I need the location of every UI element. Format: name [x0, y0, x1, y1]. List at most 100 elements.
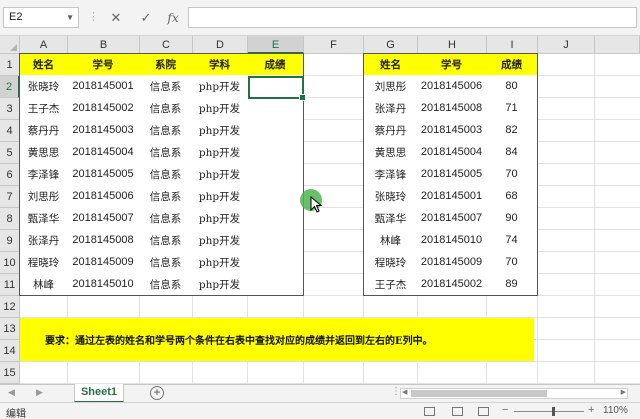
table-cell[interactable]: 张泽丹: [19, 229, 68, 252]
scrollbar-thumb[interactable]: [411, 390, 547, 397]
table-cell[interactable]: php开发: [192, 185, 248, 208]
row-header[interactable]: 5: [0, 142, 20, 164]
enter-icon[interactable]: ✓: [136, 8, 156, 28]
page-break-view-icon[interactable]: [478, 407, 489, 416]
scroll-left-icon[interactable]: ◀: [402, 388, 407, 396]
table-cell[interactable]: 信息系: [139, 119, 193, 142]
table-cell[interactable]: 2018145007: [417, 207, 487, 230]
table-cell[interactable]: 王子杰: [363, 273, 418, 296]
table-cell[interactable]: 信息系: [139, 273, 193, 296]
table-cell[interactable]: 程晓玲: [19, 251, 68, 274]
add-sheet-icon[interactable]: +: [150, 386, 164, 400]
table-cell[interactable]: [247, 251, 304, 274]
column-header[interactable]: F: [304, 36, 364, 54]
table-cell[interactable]: 90: [486, 207, 538, 230]
row-header[interactable]: 14: [0, 340, 20, 362]
table-header-cell[interactable]: 学科: [192, 53, 248, 76]
table-cell[interactable]: 信息系: [139, 163, 193, 186]
table-cell[interactable]: 70: [486, 163, 538, 186]
zoom-slider-thumb[interactable]: [551, 407, 555, 416]
row-header[interactable]: 2: [0, 76, 20, 98]
table-cell[interactable]: php开发: [192, 119, 248, 142]
table-cell[interactable]: 71: [486, 97, 538, 120]
table-header-cell[interactable]: 姓名: [363, 53, 418, 76]
row-header[interactable]: 11: [0, 274, 20, 296]
column-header[interactable]: A: [20, 36, 68, 54]
table-cell[interactable]: 2018145007: [67, 207, 140, 230]
table-cell[interactable]: 2018145002: [417, 273, 487, 296]
table-cell[interactable]: [247, 119, 304, 142]
table-cell[interactable]: 蔡丹丹: [363, 119, 418, 142]
table-cell[interactable]: 刘思彤: [363, 75, 418, 98]
spreadsheet-grid[interactable]: A B C D E F G H I J 1 2 3 4 5 6 7 8 9 10 11 12 13 14 15 姓名 学号 系院 学科成…: [0, 36, 640, 384]
prev-sheet-icon[interactable]: ◀: [8, 387, 15, 398]
table-cell[interactable]: 2018145003: [67, 119, 140, 142]
zoom-level[interactable]: 110%: [603, 405, 628, 416]
table-cell[interactable]: php开发: [192, 229, 248, 252]
row-header[interactable]: 9: [0, 230, 20, 252]
table-cell[interactable]: php开发: [192, 75, 248, 98]
formula-input[interactable]: [188, 7, 637, 28]
column-header[interactable]: C: [140, 36, 193, 54]
scroll-right-icon[interactable]: ▶: [621, 388, 626, 396]
table-cell[interactable]: 信息系: [139, 251, 193, 274]
column-header[interactable]: B: [68, 36, 140, 54]
table-cell[interactable]: 89: [486, 273, 538, 296]
table-cell[interactable]: 2018145006: [417, 75, 487, 98]
table-cell[interactable]: 林峰: [363, 229, 418, 252]
table-header-cell[interactable]: 姓名: [19, 53, 68, 76]
table-cell[interactable]: 信息系: [139, 141, 193, 164]
table-header-cell[interactable]: 学号: [67, 53, 140, 76]
table-cell[interactable]: [247, 97, 304, 120]
row-header[interactable]: 6: [0, 164, 20, 186]
table-cell[interactable]: 80: [486, 75, 538, 98]
table-cell[interactable]: 李泽锋: [19, 163, 68, 186]
table-cell[interactable]: 信息系: [139, 229, 193, 252]
row-header[interactable]: 1: [0, 54, 20, 76]
table-cell[interactable]: php开发: [192, 141, 248, 164]
table-cell[interactable]: 82: [486, 119, 538, 142]
table-cell[interactable]: [247, 163, 304, 186]
table-cell[interactable]: 甄泽华: [19, 207, 68, 230]
active-cell-selection[interactable]: [248, 76, 306, 101]
table-cell[interactable]: [247, 207, 304, 230]
table-cell[interactable]: 2018145002: [67, 97, 140, 120]
table-cell[interactable]: 2018145010: [417, 229, 487, 252]
table-cell[interactable]: 张泽丹: [363, 97, 418, 120]
table-cell[interactable]: 2018145008: [67, 229, 140, 252]
horizontal-scrollbar[interactable]: ◀ ▶: [400, 388, 628, 399]
zoom-out-icon[interactable]: −: [502, 404, 508, 416]
table-cell[interactable]: 蔡丹丹: [19, 119, 68, 142]
table-cell[interactable]: 李泽锋: [363, 163, 418, 186]
name-box[interactable]: E2 ▼: [3, 7, 79, 28]
column-header[interactable]: G: [364, 36, 418, 54]
table-cell[interactable]: php开发: [192, 97, 248, 120]
table-header-cell[interactable]: 系院: [139, 53, 193, 76]
row-header[interactable]: 12: [0, 296, 20, 318]
table-cell[interactable]: 黄思思: [19, 141, 68, 164]
table-cell[interactable]: 刘思彤: [19, 185, 68, 208]
normal-view-icon[interactable]: [424, 407, 435, 416]
cancel-icon[interactable]: ✕: [106, 8, 126, 28]
table-cell[interactable]: 68: [486, 185, 538, 208]
table-cell[interactable]: 84: [486, 141, 538, 164]
table-cell[interactable]: 信息系: [139, 207, 193, 230]
column-header[interactable]: I: [487, 36, 538, 54]
table-cell[interactable]: 张晓玲: [363, 185, 418, 208]
table-cell[interactable]: 74: [486, 229, 538, 252]
page-layout-view-icon[interactable]: [452, 407, 463, 416]
table-cell[interactable]: 2018145005: [417, 163, 487, 186]
table-header-cell[interactable]: 成绩: [486, 53, 538, 76]
table-cell[interactable]: 2018145001: [417, 185, 487, 208]
insert-function-icon[interactable]: fx: [163, 8, 183, 28]
table-cell[interactable]: [247, 185, 304, 208]
table-cell[interactable]: 张晓玲: [19, 75, 68, 98]
table-cell[interactable]: 2018145003: [417, 119, 487, 142]
table-cell[interactable]: php开发: [192, 251, 248, 274]
table-cell[interactable]: 黄思思: [363, 141, 418, 164]
table-cell[interactable]: 2018145005: [67, 163, 140, 186]
table-cell[interactable]: 林峰: [19, 273, 68, 296]
row-header[interactable]: 15: [0, 362, 20, 384]
table-cell[interactable]: 2018145001: [67, 75, 140, 98]
column-header[interactable]: [595, 36, 640, 54]
